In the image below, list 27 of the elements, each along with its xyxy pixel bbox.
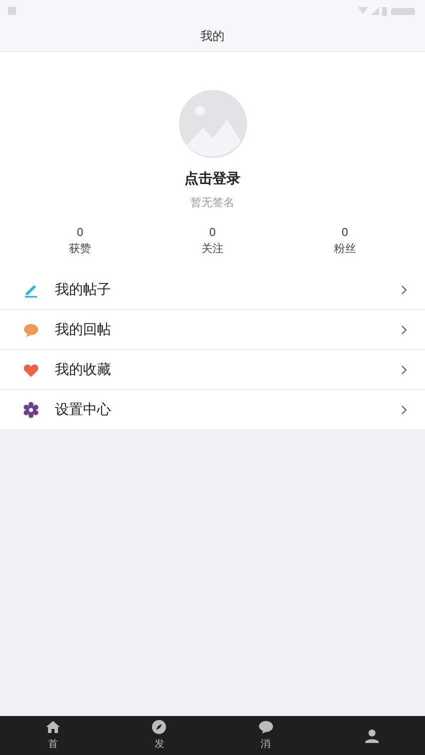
home-icon	[46, 720, 60, 734]
stat-label: 获赞	[69, 241, 92, 256]
avatar-placeholder-icon	[178, 90, 246, 158]
signature-text: 暂无签名	[190, 195, 234, 210]
status-icons	[357, 5, 417, 17]
tab-item[interactable]: 发	[106, 716, 212, 755]
chevron-right-icon	[401, 324, 407, 334]
stat-label: 粉丝	[334, 241, 356, 256]
menu-item[interactable]: 我的帖子	[0, 270, 425, 310]
page-title: 我的	[200, 28, 224, 45]
menu-item[interactable]: 设置中心	[0, 390, 425, 430]
chevron-right-icon	[401, 404, 407, 414]
stat-label: 关注	[201, 241, 224, 256]
notification-icon	[8, 7, 16, 15]
chat-icon	[258, 720, 273, 734]
person-icon	[364, 728, 379, 742]
menu-item[interactable]: 我的收藏	[0, 350, 425, 390]
stat-count: 0	[341, 226, 348, 239]
login-link[interactable]: 点击登录	[184, 170, 240, 188]
stat-count: 0	[76, 226, 84, 239]
menu-item[interactable]: 我的回帖	[0, 310, 425, 350]
tab-item[interactable]: 首	[0, 716, 106, 755]
chevron-right-icon	[401, 284, 407, 294]
tab-item[interactable]: 消	[212, 716, 319, 755]
chevron-right-icon	[401, 364, 407, 374]
stat-count: 0	[208, 226, 216, 239]
compass-icon	[152, 720, 166, 734]
